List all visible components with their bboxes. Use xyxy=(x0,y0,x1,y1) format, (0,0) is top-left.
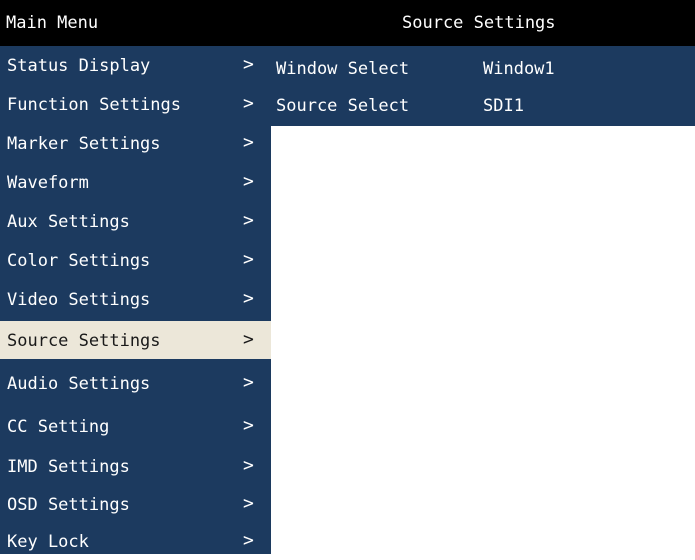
chevron-right-icon: > xyxy=(243,455,254,476)
menu-item-label: Status Display xyxy=(7,56,151,76)
menu-item-label: Waveform xyxy=(7,173,89,193)
menu-item-color-settings[interactable]: Color Settings > xyxy=(0,241,271,279)
menu-item-label: Function Settings xyxy=(7,95,181,115)
menu-item-aux-settings[interactable]: Aux Settings > xyxy=(0,202,271,240)
menu-item-label: Video Settings xyxy=(7,290,151,310)
chevron-right-icon: > xyxy=(243,249,254,270)
menu-item-marker-settings[interactable]: Marker Settings > xyxy=(0,124,271,162)
source-select-value[interactable]: SDI1 xyxy=(483,96,524,116)
source-settings-panel: Window Select Window1 Source Select SDI1 xyxy=(271,46,695,126)
menu-item-source-settings[interactable]: Source Settings > xyxy=(0,321,271,359)
menu-item-label: Source Settings xyxy=(7,331,161,351)
window-select-row[interactable]: Window Select Window1 xyxy=(271,49,695,87)
menu-item-label: Audio Settings xyxy=(7,374,151,394)
submenu-title: Source Settings xyxy=(402,13,556,33)
empty-content-area xyxy=(271,126,695,554)
chevron-right-icon: > xyxy=(243,415,254,436)
menu-item-osd-settings[interactable]: OSD Settings > xyxy=(0,485,271,523)
menu-item-label: IMD Settings xyxy=(7,457,130,477)
chevron-right-icon: > xyxy=(243,329,254,350)
menu-item-waveform[interactable]: Waveform > xyxy=(0,163,271,201)
chevron-right-icon: > xyxy=(243,93,254,114)
window-select-label: Window Select xyxy=(276,59,410,79)
window-select-value[interactable]: Window1 xyxy=(483,59,555,79)
chevron-right-icon: > xyxy=(243,493,254,514)
menu-item-status-display[interactable]: Status Display > xyxy=(0,46,271,84)
chevron-right-icon: > xyxy=(243,171,254,192)
menu-item-cc-setting[interactable]: CC Setting > xyxy=(0,407,271,445)
chevron-right-icon: > xyxy=(243,288,254,309)
menu-item-label: Aux Settings xyxy=(7,212,130,232)
chevron-right-icon: > xyxy=(243,54,254,75)
chevron-right-icon: > xyxy=(243,530,254,551)
menu-item-audio-settings[interactable]: Audio Settings > xyxy=(0,364,271,402)
menu-item-video-settings[interactable]: Video Settings > xyxy=(0,280,271,318)
source-select-label: Source Select xyxy=(276,96,410,116)
menu-item-label: Marker Settings xyxy=(7,134,161,154)
menu-item-label: CC Setting xyxy=(7,417,110,437)
chevron-right-icon: > xyxy=(243,372,254,393)
menu-item-imd-settings[interactable]: IMD Settings > xyxy=(0,447,271,485)
menu-item-label: Key Lock xyxy=(7,532,89,552)
main-menu-list: Status Display > Function Settings > Mar… xyxy=(0,46,271,554)
chevron-right-icon: > xyxy=(243,132,254,153)
menu-item-label: OSD Settings xyxy=(7,495,130,515)
chevron-right-icon: > xyxy=(243,210,254,231)
page-title: Main Menu xyxy=(6,13,99,33)
source-select-row[interactable]: Source Select SDI1 xyxy=(271,86,695,124)
menu-item-label: Color Settings xyxy=(7,251,151,271)
menu-item-key-lock[interactable]: Key Lock > xyxy=(0,522,271,560)
menu-item-function-settings[interactable]: Function Settings > xyxy=(0,85,271,123)
header-bar: Main Menu Source Settings xyxy=(0,0,695,46)
